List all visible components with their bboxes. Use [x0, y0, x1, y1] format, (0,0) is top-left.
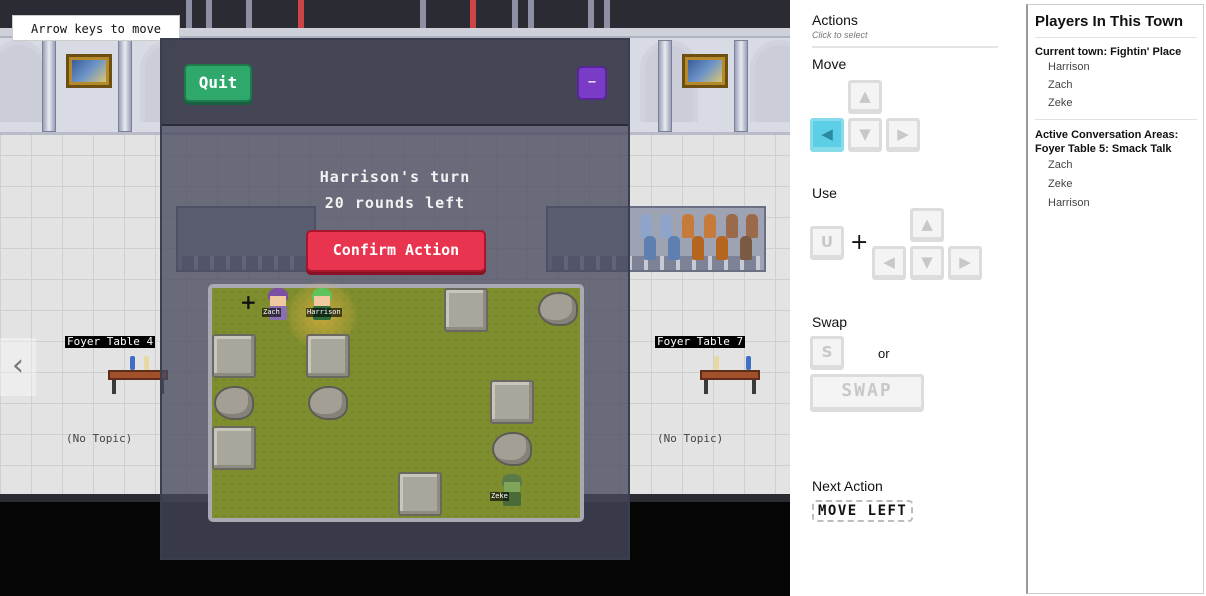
use-arrow-left-key[interactable]: ◀ [872, 246, 906, 280]
use-arrow-down-key[interactable]: ▼ [910, 246, 944, 280]
boulder [538, 292, 578, 326]
player-nametag: Zach [262, 308, 281, 317]
players-title: Players In This Town [1035, 13, 1184, 30]
boulder [492, 432, 532, 466]
use-arrow-up-key[interactable]: ▲ [910, 208, 944, 242]
divider [812, 46, 998, 48]
player-nametag: Harrison [306, 308, 342, 317]
or-label: or [878, 346, 890, 361]
boulder [214, 386, 254, 420]
table-topic: (No Topic) [66, 432, 133, 445]
turn-indicator: Harrison's turn [319, 168, 471, 186]
wall-arch [0, 40, 48, 122]
arrow-right-key[interactable]: ▶ [886, 118, 920, 152]
move-label: Move [812, 56, 847, 72]
conversation-area-name[interactable]: Foyer Table 5: Smack Talk [1035, 142, 1203, 156]
plus-sign: + [850, 230, 869, 255]
foyer-table-7[interactable] [700, 356, 760, 396]
target-marker-icon: + [240, 290, 257, 314]
table-label: Foyer Table 7 [655, 335, 746, 348]
minimize-button[interactable]: – [577, 66, 607, 100]
arrow-left-key[interactable]: ◀ [810, 118, 844, 152]
wall-pillar [42, 40, 56, 132]
swap-button[interactable]: SWAP [810, 374, 924, 412]
area-player[interactable]: Zach [1048, 159, 1072, 171]
stone-block [212, 334, 256, 378]
conversation-areas-heading: Active Conversation Areas: [1035, 129, 1179, 141]
wall-arch [750, 40, 790, 122]
game-board[interactable]: + Zach Harrison Zeke [208, 280, 584, 522]
town-player[interactable]: Zeke [1048, 97, 1072, 109]
chevron-left-icon[interactable]: ‹ [0, 338, 36, 396]
wall-pillar [734, 40, 748, 132]
players-panel: Players In This Town Current town: Fight… [1026, 4, 1204, 594]
wall-pillar [658, 40, 672, 132]
actions-panel: Actions Click to select Move ▲ ◀ ▼ ▶ Use… [790, 0, 1026, 596]
boulder [308, 386, 348, 420]
current-town-heading: Current town: Fightin' Place [1035, 46, 1182, 58]
arrow-down-key[interactable]: ▼ [848, 118, 882, 152]
swap-s-key[interactable]: S [810, 336, 844, 370]
use-label: Use [812, 185, 837, 201]
actions-title: Actions [812, 12, 858, 28]
town-player[interactable]: Zach [1048, 79, 1072, 91]
stone-block [306, 334, 350, 378]
area-player[interactable]: Harrison [1048, 197, 1090, 209]
game-modal: Quit – Harrison's turn 20 rounds left Co… [160, 38, 630, 560]
area-player[interactable]: Zeke [1048, 178, 1072, 190]
movement-hint: Arrow keys to move [12, 15, 180, 41]
painting [682, 54, 728, 88]
player-zeke[interactable] [498, 474, 526, 508]
actions-subtitle: Click to select [812, 30, 868, 40]
use-arrow-right-key[interactable]: ▶ [948, 246, 982, 280]
quit-button[interactable]: Quit [184, 64, 252, 102]
table-label: Foyer Table 4 [65, 335, 156, 348]
game-canvas[interactable]: Foyer Table 4 (No Topic) Foyer Table 7 (… [0, 0, 790, 596]
next-action-value: MOVE LEFT [812, 500, 914, 522]
wall-pillar [118, 40, 132, 132]
next-action-label: Next Action [812, 478, 883, 494]
confirm-action-button[interactable]: Confirm Action [306, 230, 486, 272]
rounds-remaining: 20 rounds left [324, 194, 466, 212]
town-player[interactable]: Harrison [1048, 61, 1090, 73]
stone-block [212, 426, 256, 470]
stone-block [490, 380, 534, 424]
arrow-up-key[interactable]: ▲ [848, 80, 882, 114]
app-root: Foyer Table 4 (No Topic) Foyer Table 7 (… [0, 0, 1206, 596]
divider [1035, 119, 1197, 120]
use-key[interactable]: U [810, 226, 844, 260]
foyer-table-4[interactable] [108, 356, 168, 396]
swap-label: Swap [812, 314, 848, 330]
stone-block [398, 472, 442, 516]
painting [66, 54, 112, 88]
stone-block [444, 288, 488, 332]
player-nametag: Zeke [490, 492, 509, 501]
table-topic: (No Topic) [657, 432, 724, 445]
divider [1035, 37, 1197, 38]
